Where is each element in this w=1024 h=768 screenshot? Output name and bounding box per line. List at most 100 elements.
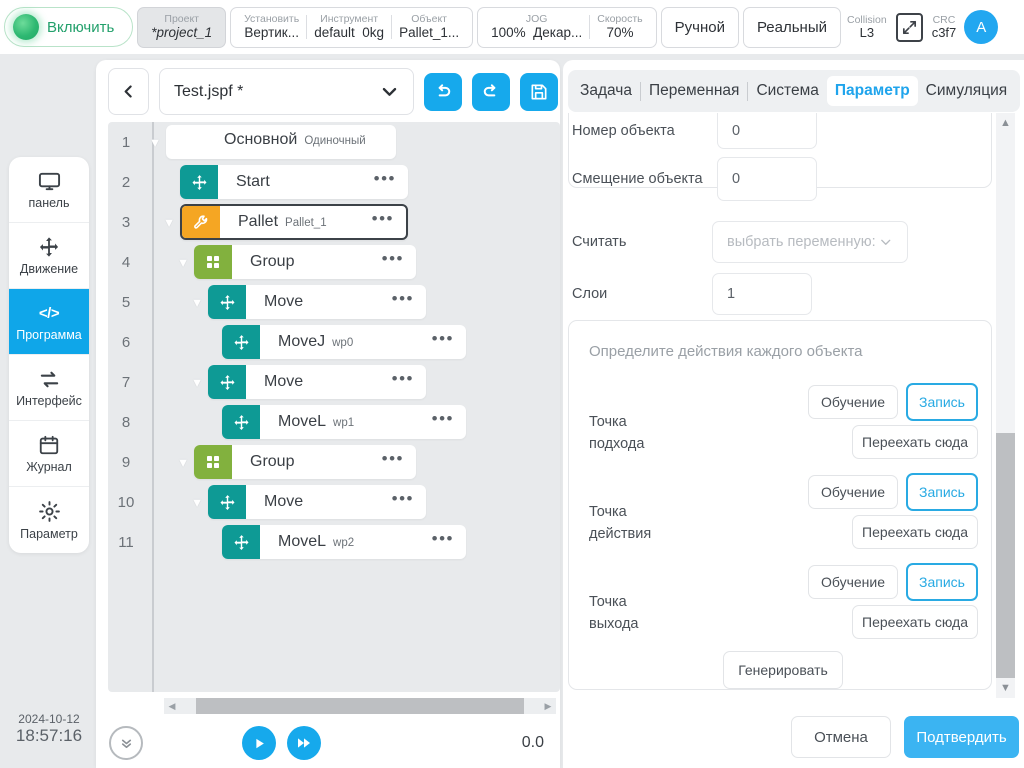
object-offset-input[interactable]: 0 xyxy=(717,157,817,201)
tree-node-menu-button[interactable]: ••• xyxy=(392,289,426,315)
tree-row[interactable]: 11▼MoveLwp2••• xyxy=(108,522,560,562)
grid-icon xyxy=(194,445,232,479)
parameter-vertical-scrollbar[interactable]: ▲ ▼ xyxy=(996,113,1015,698)
caret-down-icon[interactable]: ▼ xyxy=(144,136,166,149)
exit-moveto-button[interactable]: Переехать сюда xyxy=(852,605,978,639)
confirm-button[interactable]: Подтвердить xyxy=(904,716,1019,758)
action-teach-button[interactable]: Обучение xyxy=(808,475,898,509)
tree-node[interactable]: Move ••• xyxy=(208,485,426,519)
tree-node[interactable]: Move ••• xyxy=(208,365,426,399)
tree-node-menu-button[interactable]: ••• xyxy=(432,329,466,355)
program-playback-bar: 0.0 xyxy=(96,718,560,768)
file-selector[interactable]: Test.jspf * xyxy=(159,68,414,115)
approach-record-button[interactable]: Запись xyxy=(906,383,978,421)
save-button[interactable] xyxy=(520,72,558,111)
tree-row[interactable]: 5 ▼ Move ••• xyxy=(108,282,560,322)
caret-down-icon[interactable]: ▼ xyxy=(186,496,208,509)
move-arrows-icon xyxy=(208,285,246,319)
caret-down-icon[interactable]: ▼ xyxy=(158,216,180,229)
tree-horizontal-scrollbar[interactable]: ◀ ▶ xyxy=(164,698,556,714)
sidebar-item-program[interactable]: </> Программа xyxy=(9,289,89,355)
tree-row[interactable]: 2▼Start••• xyxy=(108,162,560,202)
install-tool-object-group[interactable]: Установить Вертик... Инструмент default … xyxy=(230,6,474,48)
tree-node[interactable]: Основной Одиночный xyxy=(166,125,396,159)
tree-node-menu-button[interactable]: ••• xyxy=(392,369,426,395)
tree-node-menu-button[interactable]: ••• xyxy=(382,249,416,275)
tree-line-number: 11 xyxy=(118,533,134,551)
tree-row[interactable]: 4 ▼ Group ••• xyxy=(108,242,560,282)
scrollbar-thumb[interactable] xyxy=(196,698,524,714)
tree-node-menu-button[interactable]: ••• xyxy=(432,529,466,555)
expand-arrows-icon[interactable] xyxy=(895,12,923,42)
tab-parameter[interactable]: Параметр xyxy=(826,76,918,106)
collapse-button[interactable] xyxy=(109,726,143,760)
tree-node[interactable]: MoveL wp1 ••• xyxy=(222,405,466,439)
tree-row[interactable]: 10 ▼ Move ••• xyxy=(108,482,560,522)
layers-input[interactable]: 1 xyxy=(712,273,812,315)
scroll-right-arrow[interactable]: ▶ xyxy=(540,701,556,712)
caret-down-icon[interactable]: ▼ xyxy=(186,296,208,309)
tab-simulation[interactable]: Симуляция xyxy=(918,76,1015,106)
jog-speed-group[interactable]: JOG 100% Декар... Скорость 70% xyxy=(477,6,657,48)
sidebar-item-interface[interactable]: Интерфейс xyxy=(9,355,89,421)
tree-node[interactable]: Start ••• xyxy=(180,165,408,199)
undo-button[interactable] xyxy=(424,72,462,111)
tab-task[interactable]: Задача xyxy=(572,76,640,106)
sidebar-item-panel[interactable]: панель xyxy=(9,157,89,223)
approach-teach-button[interactable]: Обучение xyxy=(808,385,898,419)
fast-forward-icon xyxy=(298,738,310,748)
scroll-down-arrow[interactable]: ▼ xyxy=(996,678,1015,698)
scroll-left-arrow[interactable]: ◀ xyxy=(164,701,180,712)
caret-down-icon[interactable]: ▼ xyxy=(172,456,194,469)
scrollbar-thumb[interactable] xyxy=(996,433,1015,678)
tree-node-menu-button[interactable]: ••• xyxy=(432,409,466,435)
action-moveto-button[interactable]: Переехать сюда xyxy=(852,515,978,549)
project-selector[interactable]: Проект *project_1 xyxy=(137,6,227,48)
cancel-button[interactable]: Отмена xyxy=(791,716,891,758)
mode-real-button[interactable]: Реальный xyxy=(742,6,841,48)
tree-node-menu-button[interactable]: ••• xyxy=(382,449,416,475)
caret-down-icon[interactable]: ▼ xyxy=(186,376,208,389)
caret-down-icon[interactable]: ▼ xyxy=(172,256,194,269)
tree-line-number: 5 xyxy=(121,293,131,311)
redo-button[interactable] xyxy=(472,72,510,111)
count-row: Считать выбрать переменную: п xyxy=(572,221,908,263)
avatar[interactable]: A xyxy=(964,10,999,44)
mode-manual-button[interactable]: Ручной xyxy=(660,6,739,48)
tree-node[interactable]: Move ••• xyxy=(208,285,426,319)
action-record-button[interactable]: Запись xyxy=(906,473,978,511)
tree-node-menu-button[interactable]: ••• xyxy=(392,489,426,515)
action-point-label: Точка действия xyxy=(589,504,652,543)
tree-node[interactable]: Group ••• xyxy=(194,245,416,279)
exit-teach-button[interactable]: Обучение xyxy=(808,565,898,599)
back-button[interactable] xyxy=(108,68,149,115)
object-number-input[interactable]: 0 xyxy=(717,113,817,149)
tree-row[interactable]: 8▼MoveLwp1••• xyxy=(108,402,560,442)
approach-moveto-button[interactable]: Переехать сюда xyxy=(852,425,978,459)
tab-system[interactable]: Система xyxy=(748,76,826,106)
scroll-up-arrow[interactable]: ▲ xyxy=(996,113,1015,133)
tree-row[interactable]: 7 ▼ Move ••• xyxy=(108,362,560,402)
tree-node[interactable]: Pallet Pallet_1 ••• xyxy=(180,204,408,240)
sidebar-item-motion[interactable]: Движение xyxy=(9,223,89,289)
tree-node[interactable]: MoveJ wp0 ••• xyxy=(222,325,466,359)
step-forward-button[interactable] xyxy=(287,726,321,760)
tree-row[interactable]: 3 ▼ Pallet Pallet_1 ••• xyxy=(108,202,560,242)
exit-record-button[interactable]: Запись xyxy=(906,563,978,601)
tree-node-menu-button[interactable]: ••• xyxy=(372,209,406,235)
tree-node-title: Group xyxy=(250,253,295,270)
count-select[interactable]: выбрать переменную: п xyxy=(712,221,908,263)
program-tree[interactable]: 1▼ОсновнойОдиночный2▼Start•••3▼PalletPal… xyxy=(108,122,560,692)
sidebar-item-journal[interactable]: Журнал xyxy=(9,421,89,487)
tab-variable[interactable]: Переменная xyxy=(641,76,747,106)
play-button[interactable] xyxy=(242,726,276,760)
generate-button[interactable]: Генерировать xyxy=(723,651,843,689)
tree-node-menu-button[interactable]: ••• xyxy=(374,169,408,195)
tree-row[interactable]: 9 ▼ Group ••• xyxy=(108,442,560,482)
power-on-button[interactable]: Включить xyxy=(4,7,134,47)
tree-node[interactable]: MoveL wp2 ••• xyxy=(222,525,466,559)
tree-row[interactable]: 6▼MoveJwp0••• xyxy=(108,322,560,362)
tree-node[interactable]: Group ••• xyxy=(194,445,416,479)
sidebar-item-parameter[interactable]: Параметр xyxy=(9,487,89,553)
tree-row[interactable]: 1 ▼ Основной Одиночный xyxy=(108,122,560,162)
